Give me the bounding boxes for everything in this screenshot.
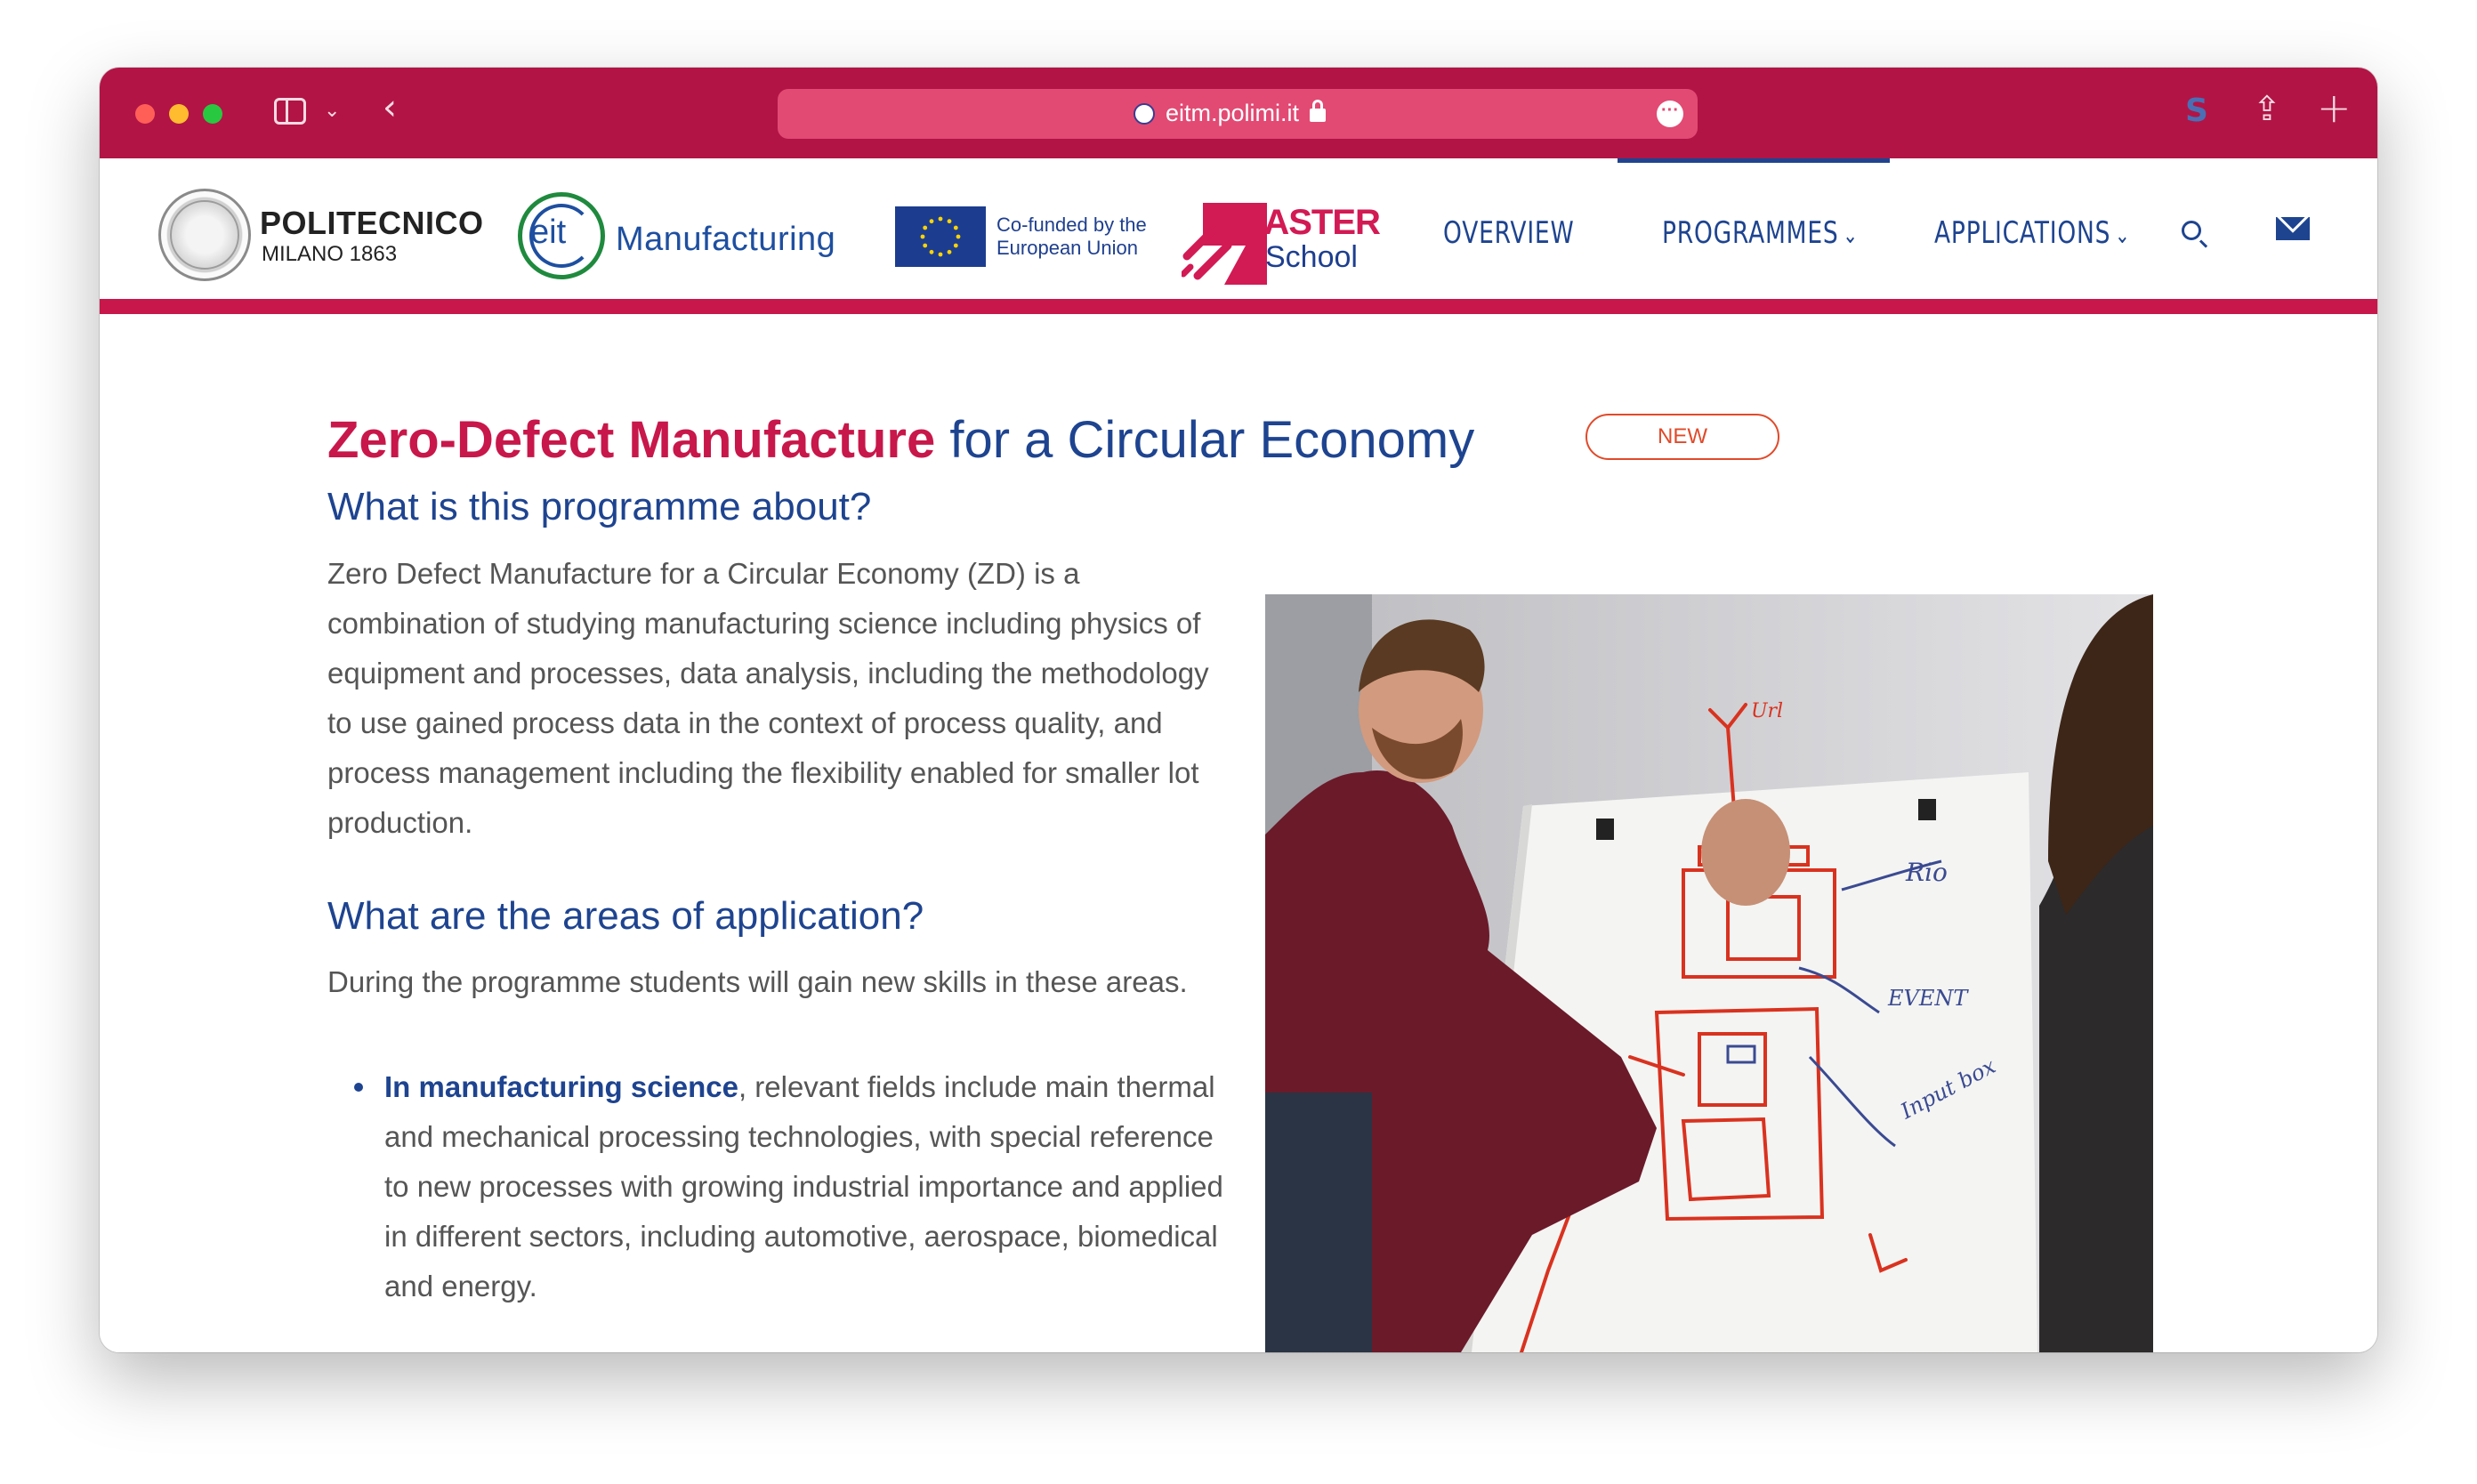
lock-icon bbox=[1310, 100, 1326, 123]
zoom-window-button[interactable] bbox=[203, 104, 222, 124]
master-logo-text[interactable]: MASTER bbox=[1235, 203, 1381, 243]
sidebar-toggle-icon[interactable] bbox=[274, 98, 306, 125]
page-title-rest: for a Circular Economy bbox=[949, 411, 1475, 469]
list-item: In manufacturing science, relevant field… bbox=[384, 1062, 1238, 1311]
site-favicon-icon bbox=[1134, 103, 1155, 125]
back-arrow-icon[interactable]: ‹ bbox=[383, 87, 397, 128]
new-tab-icon[interactable]: + bbox=[2317, 84, 2352, 132]
polimi-seal-logo[interactable] bbox=[158, 189, 251, 281]
polimi-year[interactable]: MILANO 1863 bbox=[262, 242, 397, 267]
whiteboard-photo-illustration: Rio EVENT Content Input box Url bbox=[1265, 594, 2153, 1352]
page-title: Zero-Defect Manufacture for a Circular E… bbox=[327, 410, 1474, 470]
section-heading-areas: What are the areas of application? bbox=[327, 894, 924, 938]
more-options-icon[interactable]: ··· bbox=[1657, 101, 1683, 127]
page-title-highlight: Zero-Defect Manufacture bbox=[327, 411, 936, 469]
polimi-name[interactable]: POLITECNICO bbox=[260, 205, 484, 242]
header-accent-stripe bbox=[100, 299, 2377, 314]
eu-flag-icon bbox=[895, 206, 986, 267]
nav-active-indicator bbox=[1618, 158, 1890, 163]
main-content: Zero-Defect Manufacture for a Circular E… bbox=[100, 314, 2377, 1352]
mail-icon[interactable] bbox=[2276, 217, 2310, 240]
nav-overview-label: OVERVIEW bbox=[1443, 215, 1575, 251]
nav-applications[interactable]: APPLICATIONS ⌄ bbox=[1934, 215, 2131, 251]
nav-overview[interactable]: OVERVIEW bbox=[1443, 215, 1574, 251]
minimize-window-button[interactable] bbox=[169, 104, 189, 124]
school-logo-text[interactable]: School bbox=[1265, 240, 1358, 275]
chevron-down-icon: ⌄ bbox=[1843, 222, 1859, 249]
eu-union-text: European Union bbox=[996, 237, 1139, 259]
browser-window: ⌄ ‹ eitm.polimi.it ··· S ⇪ + POLITECNICO… bbox=[100, 68, 2377, 1352]
eu-cofunded-text: Co-funded by the bbox=[996, 214, 1147, 236]
share-icon[interactable]: ⇪ bbox=[2253, 89, 2281, 128]
extension-icon[interactable]: S bbox=[2185, 93, 2208, 129]
bullet-dot bbox=[354, 1083, 363, 1092]
programme-photo: Rio EVENT Content Input box Url bbox=[1265, 594, 2153, 1352]
nav-programmes-label: PROGRAMMES bbox=[1662, 215, 1839, 251]
url-text: eitm.polimi.it bbox=[1166, 100, 1300, 126]
new-badge: NEW bbox=[1585, 414, 1779, 460]
chevron-down-icon: ⌄ bbox=[2114, 222, 2131, 249]
site-header: POLITECNICO MILANO 1863 eit Manufacturin… bbox=[100, 158, 2377, 299]
svg-text:Url: Url bbox=[1751, 700, 1783, 722]
svg-text:EVENT: EVENT bbox=[1887, 986, 1969, 1011]
eit-manufacturing-text[interactable]: Manufacturing bbox=[616, 221, 835, 259]
section-about-text: Zero Defect Manufacture for a Circular E… bbox=[327, 557, 1209, 839]
chevron-down-icon[interactable]: ⌄ bbox=[324, 100, 340, 122]
search-icon[interactable] bbox=[2182, 221, 2201, 240]
section-areas-text: During the programme students will gain … bbox=[327, 965, 1188, 998]
nav-programmes[interactable]: PROGRAMMES ⌄ bbox=[1662, 215, 1859, 251]
browser-toolbar: ⌄ ‹ eitm.polimi.it ··· S ⇪ + bbox=[100, 68, 2377, 158]
bullet-link[interactable]: In manufacturing science bbox=[384, 1070, 738, 1103]
address-bar[interactable]: eitm.polimi.it ··· bbox=[778, 89, 1698, 139]
svg-text:Rio: Rio bbox=[1905, 858, 1948, 887]
nav-applications-label: APPLICATIONS bbox=[1934, 215, 2111, 251]
eit-logo-text: eit bbox=[530, 214, 567, 251]
close-window-button[interactable] bbox=[135, 104, 155, 124]
section-heading-about: What is this programme about? bbox=[327, 485, 872, 528]
eu-stars-icon bbox=[920, 216, 961, 257]
bullet-text: , relevant fields include main thermal a… bbox=[384, 1070, 1223, 1303]
